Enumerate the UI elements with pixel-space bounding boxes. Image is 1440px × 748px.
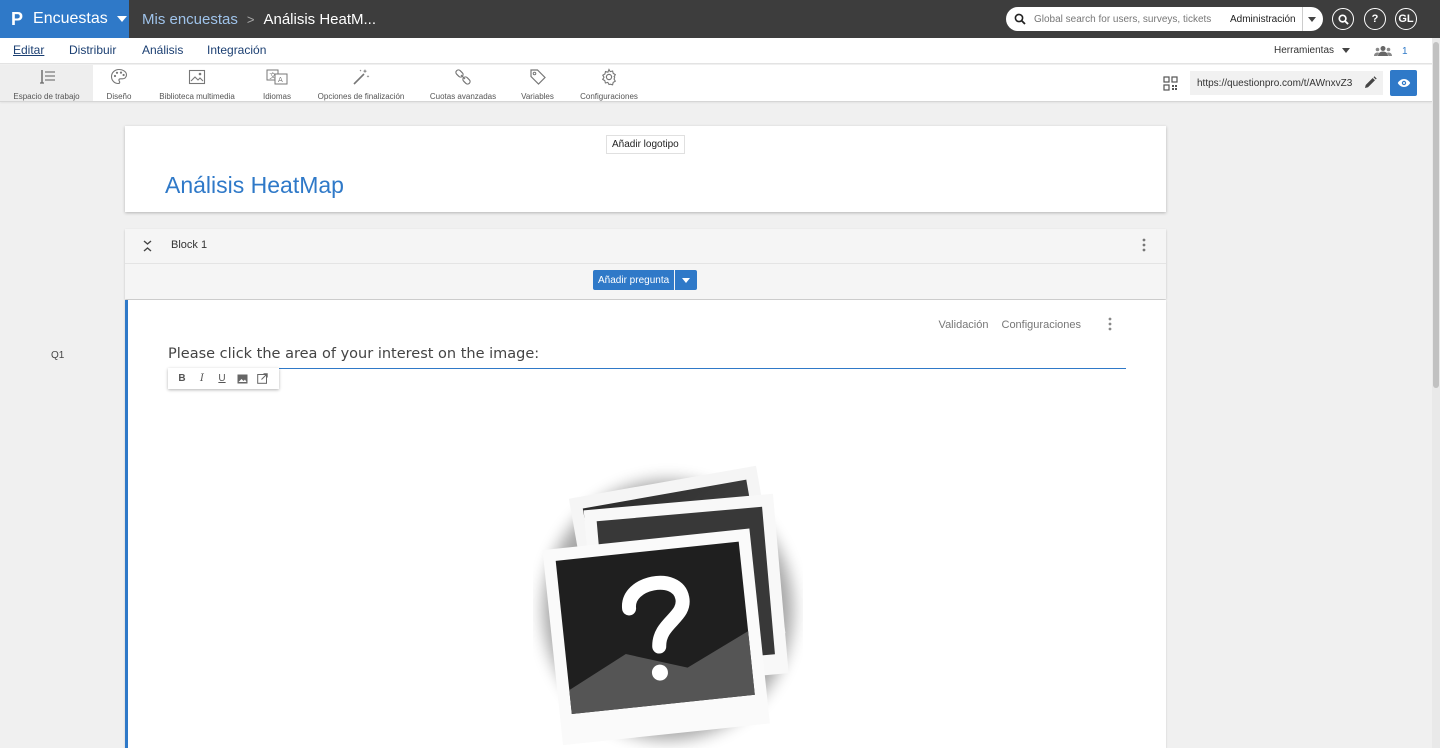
tool-label: Cuotas avanzadas — [429, 92, 497, 101]
workspace-icon — [39, 70, 55, 84]
chevron-down-icon — [116, 16, 127, 22]
tool-label: Variables — [521, 92, 554, 101]
tool-media-library[interactable]: Biblioteca multimedia — [151, 65, 243, 101]
block-name[interactable]: Block 1 — [171, 239, 207, 251]
insert-link-button[interactable] — [252, 368, 272, 389]
block-header: Block 1 — [125, 229, 1166, 264]
insert-image-button[interactable] — [232, 368, 252, 389]
collaborator-count: 1 — [1402, 45, 1408, 57]
tool-label: Opciones de finalización — [317, 92, 405, 101]
underline-button[interactable]: U — [212, 368, 232, 389]
page-scrollbar[interactable] — [1432, 38, 1440, 748]
admin-dropdown-toggle[interactable] — [1301, 7, 1322, 31]
edit-url-button[interactable] — [1364, 76, 1377, 92]
heatmap-image-placeholder[interactable] — [533, 450, 803, 748]
chevron-down-icon — [1308, 16, 1317, 22]
top-bar: P Encuestas Mis encuestas > Análisis Hea… — [0, 0, 1440, 38]
admin-menu-button[interactable]: Administración — [1226, 7, 1302, 31]
add-logo-button[interactable]: Añadir logotipo — [606, 135, 685, 154]
tool-label: Biblioteca multimedia — [159, 92, 235, 101]
bold-button[interactable]: B — [172, 368, 192, 389]
tools-menu[interactable]: Herramientas — [1274, 45, 1351, 56]
add-question-split-button: Añadir pregunta — [593, 270, 698, 290]
qr-code-icon — [1163, 76, 1178, 91]
image-icon — [237, 374, 247, 383]
survey-header: Añadir logotipo Análisis HeatMap — [125, 126, 1166, 212]
more-vertical-icon — [1108, 317, 1112, 331]
breadcrumb: Mis encuestas > Análisis HeatM... — [142, 0, 376, 38]
pencil-icon — [1365, 76, 1377, 88]
tool-label: Espacio de trabajo — [13, 92, 80, 101]
tool-label: Configuraciones — [580, 92, 638, 101]
question-options-button[interactable] — [1108, 317, 1112, 336]
survey-title[interactable]: Análisis HeatMap — [165, 172, 344, 199]
question-actions: Validación Configuraciones — [939, 319, 1111, 331]
tag-icon — [529, 69, 546, 85]
users-icon — [1374, 46, 1392, 56]
tool-design[interactable]: Diseño — [101, 65, 137, 101]
chevron-down-icon — [1342, 48, 1351, 53]
product-name: Encuestas — [33, 10, 108, 27]
question-text-input[interactable] — [168, 344, 1126, 369]
svg-text:A: A — [278, 76, 283, 84]
tool-label: Idiomas — [262, 92, 291, 101]
qr-code-button[interactable] — [1163, 76, 1178, 96]
survey-url-field[interactable]: https://questionpro.com/t/AWnxvZ3 — [1190, 71, 1383, 95]
help-button[interactable]: ? — [1364, 8, 1386, 30]
collaborators[interactable]: 1 — [1374, 45, 1408, 57]
image-icon — [188, 69, 206, 85]
tool-finish-options[interactable]: Opciones de finalización — [312, 65, 410, 101]
tool-settings[interactable]: Configuraciones — [578, 65, 640, 101]
survey-url: https://questionpro.com/t/AWnxvZ3 — [1197, 77, 1353, 89]
tools-label: Herramientas — [1274, 45, 1335, 56]
tab-integration[interactable]: Integración — [207, 43, 266, 57]
breadcrumb-my-surveys[interactable]: Mis encuestas — [142, 11, 238, 28]
questionpro-logo-icon: P — [11, 8, 24, 29]
user-avatar[interactable]: GL — [1395, 8, 1417, 30]
link-chain-icon — [455, 69, 471, 85]
tool-label: Diseño — [106, 92, 132, 101]
search-icon — [1006, 13, 1034, 25]
add-question-dropdown[interactable] — [675, 270, 698, 290]
block-options-button[interactable] — [1142, 238, 1146, 257]
main-nav: Editar Distribuir Análisis Integración H… — [0, 38, 1432, 64]
search-icon — [1337, 13, 1349, 25]
add-question-button[interactable]: Añadir pregunta — [593, 270, 675, 290]
tab-distribute[interactable]: Distribuir — [69, 43, 116, 57]
italic-button[interactable]: I — [192, 368, 212, 389]
question-settings-link[interactable]: Configuraciones — [1002, 319, 1082, 331]
image-placeholder-icon — [542, 465, 793, 746]
palette-icon — [110, 68, 128, 85]
global-search-input[interactable] — [1034, 13, 1226, 25]
preview-button[interactable] — [1390, 70, 1417, 96]
translate-icon: 文A — [266, 69, 288, 85]
collapse-icon — [143, 240, 152, 252]
gear-icon — [601, 68, 617, 86]
tab-edit[interactable]: Editar — [13, 43, 44, 57]
chevron-right-icon: > — [246, 11, 255, 27]
magic-wand-icon — [353, 69, 370, 85]
tool-variables[interactable]: Variables — [517, 65, 558, 101]
breadcrumb-current-survey: Análisis HeatM... — [263, 10, 377, 28]
tool-workspace[interactable]: Espacio de trabajo — [0, 65, 93, 101]
block-container: Block 1 Añadir pregunta — [125, 229, 1166, 299]
product-switcher[interactable]: P Encuestas — [0, 0, 129, 38]
scrollbar-thumb[interactable] — [1433, 42, 1439, 388]
text-format-toolbar: B I U — [168, 368, 279, 389]
question-card: Validación Configuraciones B I U — [125, 300, 1166, 748]
collapse-block-button[interactable] — [143, 239, 152, 258]
tool-languages[interactable]: 文A Idiomas — [258, 65, 296, 101]
tool-advanced-quotas[interactable]: Cuotas avanzadas — [428, 65, 498, 101]
chevron-down-icon — [682, 277, 691, 283]
global-search: Administración — [1006, 7, 1323, 31]
tab-analysis[interactable]: Análisis — [142, 43, 183, 57]
search-button[interactable] — [1332, 8, 1354, 30]
question-number: Q1 — [51, 350, 65, 361]
eye-icon — [1397, 79, 1410, 87]
validation-link[interactable]: Validación — [939, 319, 989, 331]
editor-toolbar: Espacio de trabajo Diseño Biblioteca mul… — [0, 65, 1432, 102]
more-vertical-icon — [1142, 238, 1146, 252]
external-link-icon — [256, 373, 268, 384]
